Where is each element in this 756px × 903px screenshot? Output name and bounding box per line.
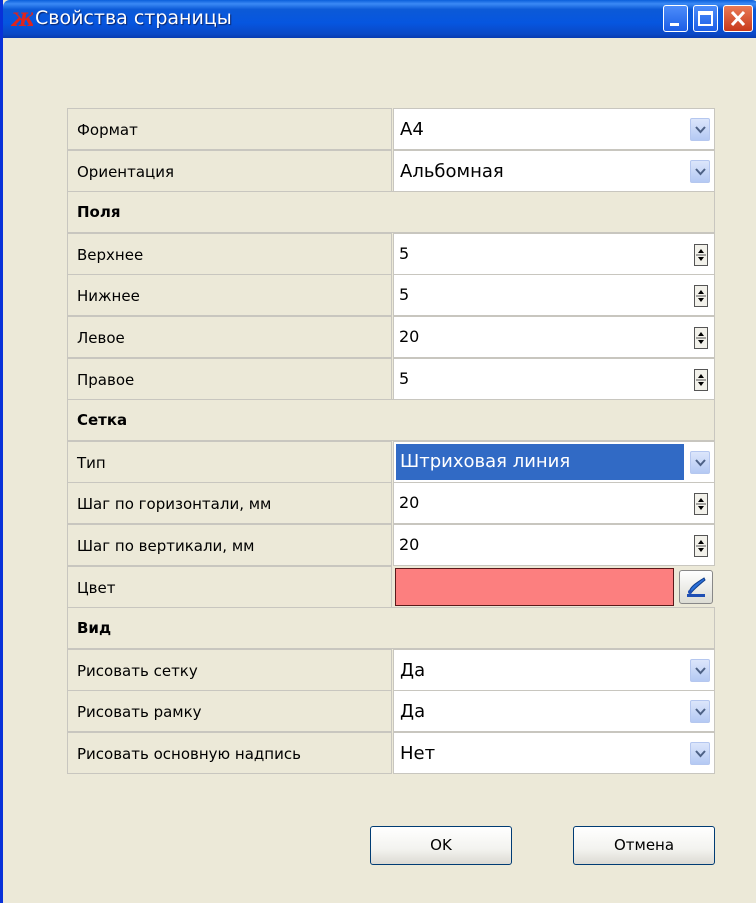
combobox-value: Да	[400, 660, 426, 681]
property-label: Тип	[67, 441, 392, 483]
spin-button[interactable]	[694, 244, 708, 266]
spinbox-value: 20	[399, 493, 420, 512]
combobox-value: Штриховая линия	[396, 444, 684, 480]
property-row: Левое 20	[67, 316, 715, 358]
property-label: Нижнее	[67, 274, 392, 316]
property-row: Формат А4	[67, 108, 715, 150]
property-combobox[interactable]: Да	[393, 690, 715, 732]
close-icon	[730, 10, 746, 27]
minimize-icon	[670, 23, 679, 26]
property-spinbox[interactable]: 5	[393, 233, 715, 275]
spin-arrows-icon	[696, 374, 706, 386]
property-spinbox[interactable]: 20	[393, 524, 715, 566]
property-row: Нижнее 5	[67, 274, 715, 316]
section-header-row: Вид	[67, 607, 715, 649]
property-spinbox[interactable]: 20	[393, 316, 715, 358]
property-label: Рисовать сетку	[67, 649, 392, 691]
property-spinbox[interactable]: 5	[393, 274, 715, 316]
section-header-row: Поля	[67, 191, 715, 233]
dropdown-button[interactable]	[690, 742, 710, 765]
spin-button[interactable]	[694, 285, 708, 307]
property-label: Цвет	[67, 566, 392, 608]
property-row: Рисовать рамку Да	[67, 690, 715, 732]
property-row: Рисовать основную надпись Нет	[67, 732, 715, 774]
page-properties-dialog: Ж Свойства страницы Формат А4 Ориентация Ал…	[0, 0, 756, 903]
color-picker-button[interactable]	[679, 570, 713, 604]
chevron-down-icon	[695, 459, 706, 467]
property-label: Рисовать рамку	[67, 690, 392, 732]
property-row: Правое 5	[67, 358, 715, 400]
spinbox-value: 5	[399, 285, 410, 304]
properties-grid: Формат А4 Ориентация Альбомная Поля Верхнее 5 Н…	[67, 108, 715, 774]
cancel-button[interactable]: Отмена	[573, 826, 715, 865]
section-header: Поля	[67, 191, 715, 233]
spinbox-value: 5	[399, 369, 410, 388]
property-row: Рисовать сетку Да	[67, 649, 715, 691]
property-row: Шаг по вертикали, мм 20	[67, 524, 715, 566]
property-row: Шаг по горизонтали, мм 20	[67, 482, 715, 524]
property-label: Верхнее	[67, 233, 392, 275]
chevron-down-icon	[695, 750, 706, 758]
property-row: Тип Штриховая линия	[67, 441, 715, 483]
property-label: Шаг по вертикали, мм	[67, 524, 392, 566]
property-label: Формат	[67, 108, 392, 150]
property-label: Рисовать основную надпись	[67, 732, 392, 774]
dropdown-button[interactable]	[690, 659, 710, 682]
property-row: Ориентация Альбомная	[67, 150, 715, 192]
spin-arrows-icon	[696, 290, 706, 302]
spin-arrows-icon	[696, 498, 706, 510]
spin-arrows-icon	[696, 332, 706, 344]
property-label: Шаг по горизонтали, мм	[67, 482, 392, 524]
property-spinbox[interactable]: 5	[393, 358, 715, 400]
property-combobox[interactable]: А4	[393, 108, 715, 150]
chevron-down-icon	[695, 667, 706, 675]
svg-text:Ж: Ж	[11, 9, 33, 30]
combobox-value: Нет	[400, 743, 436, 764]
property-label: Ориентация	[67, 150, 392, 192]
property-row: Верхнее 5	[67, 233, 715, 275]
property-combobox[interactable]: Да	[393, 649, 715, 691]
title-bar[interactable]: Ж Свойства страницы	[3, 0, 756, 38]
combobox-value: Альбомная	[400, 161, 504, 182]
app-logo-icon: Ж	[11, 9, 33, 30]
dropdown-button[interactable]	[690, 160, 710, 183]
spinbox-value: 20	[399, 327, 420, 346]
chevron-down-icon	[695, 168, 706, 176]
combobox-value: Да	[400, 701, 426, 722]
section-header: Вид	[67, 607, 715, 649]
spin-button[interactable]	[694, 535, 708, 557]
maximize-icon	[698, 11, 713, 26]
property-label: Левое	[67, 316, 392, 358]
spin-button[interactable]	[694, 493, 708, 515]
spin-arrows-icon	[696, 249, 706, 261]
dropdown-button[interactable]	[690, 451, 710, 474]
property-label: Правое	[67, 358, 392, 400]
dropdown-button[interactable]	[690, 700, 710, 723]
chevron-down-icon	[695, 126, 706, 134]
spin-arrows-icon	[696, 540, 706, 552]
color-picker-icon	[687, 577, 706, 597]
section-header-row: Сетка	[67, 399, 715, 441]
ok-button[interactable]: OK	[370, 826, 512, 865]
spin-button[interactable]	[694, 327, 708, 349]
combobox-value: А4	[400, 119, 424, 140]
color-swatch[interactable]	[395, 568, 674, 606]
spin-button[interactable]	[694, 369, 708, 391]
window-title: Свойства страницы	[35, 7, 232, 29]
property-combobox[interactable]: Штриховая линия	[393, 441, 715, 483]
spinbox-value: 5	[399, 244, 410, 263]
dropdown-button[interactable]	[690, 118, 710, 141]
property-spinbox[interactable]: 20	[393, 482, 715, 524]
property-combobox[interactable]: Нет	[393, 732, 715, 774]
minimize-button[interactable]	[663, 5, 688, 32]
maximize-button[interactable]	[693, 5, 718, 32]
property-combobox[interactable]: Альбомная	[393, 150, 715, 192]
section-header: Сетка	[67, 399, 715, 441]
spinbox-value: 20	[399, 535, 420, 554]
chevron-down-icon	[695, 708, 706, 716]
close-button[interactable]	[723, 5, 753, 32]
property-row: Цвет	[67, 566, 715, 608]
